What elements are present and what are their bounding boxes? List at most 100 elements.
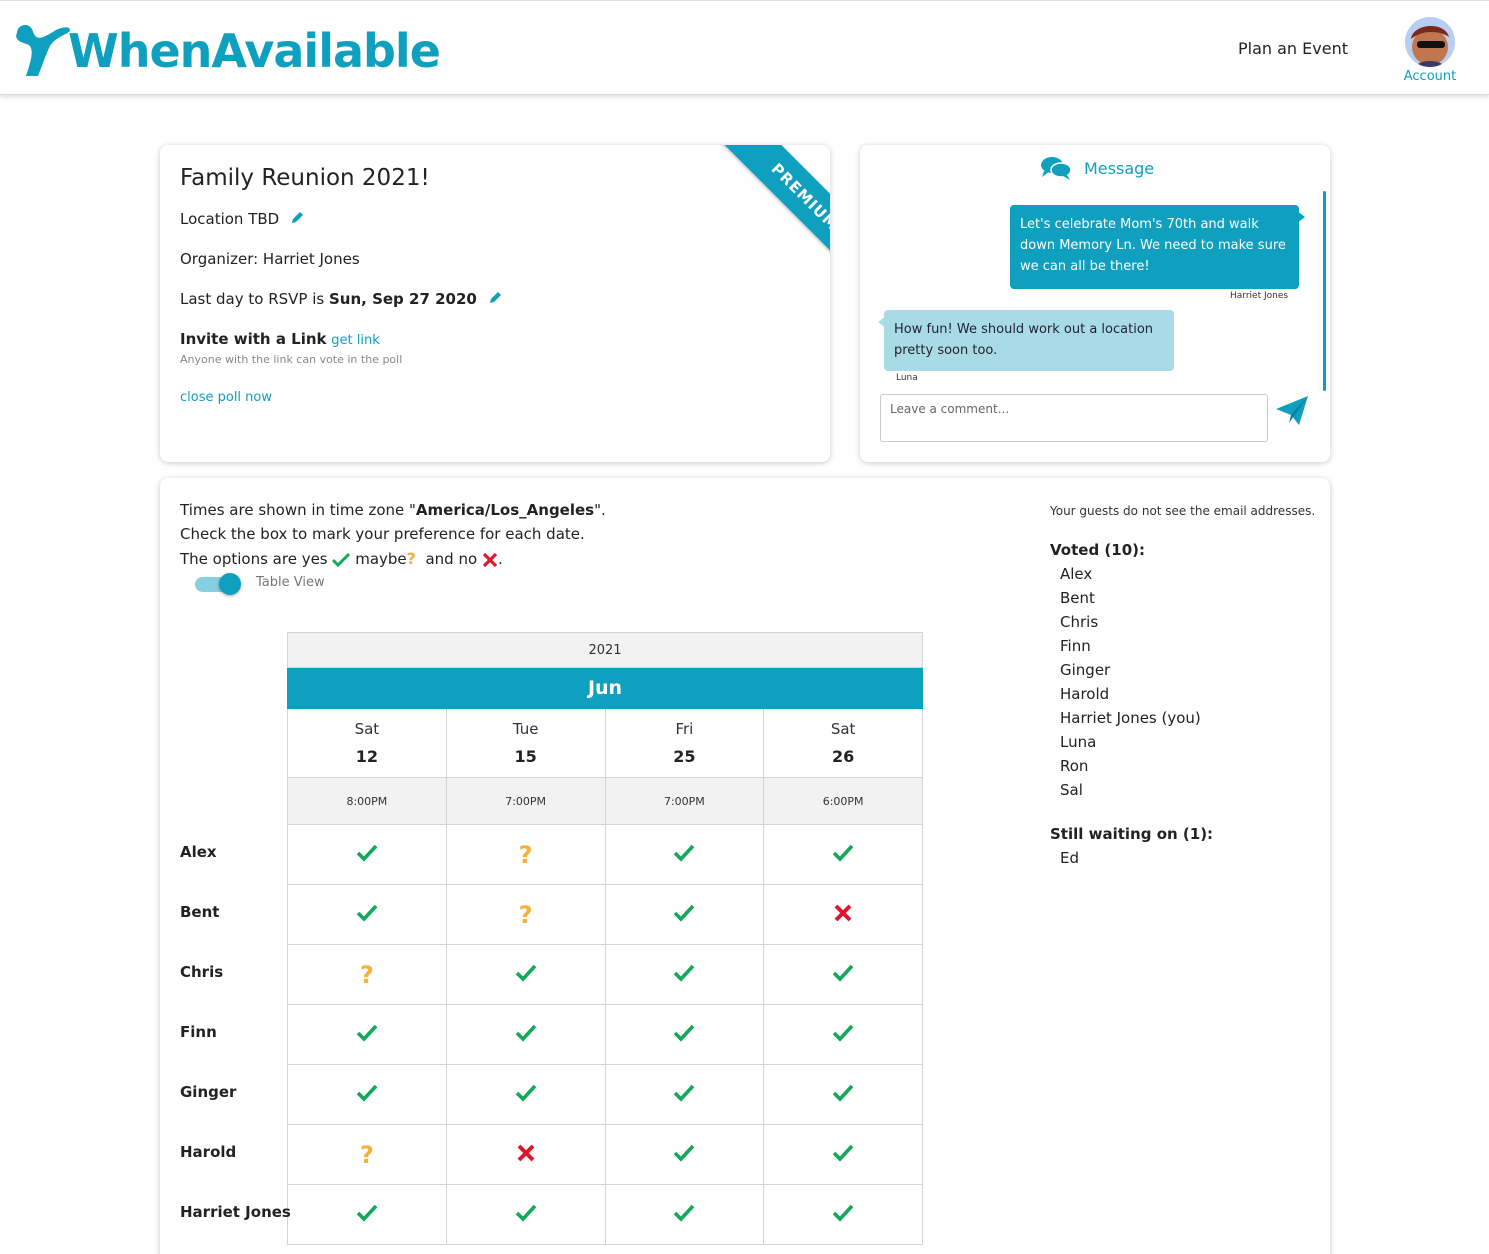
vote-cell[interactable] [763,944,923,1005]
vote-cell[interactable] [763,1064,923,1125]
close-poll-link[interactable]: close poll now [180,390,272,405]
vote-cell[interactable] [287,824,447,885]
tz-suffix: ". [594,501,606,519]
vote-cell[interactable]: ? [287,1124,447,1185]
avatar[interactable] [1405,17,1455,67]
vote-cell[interactable]: ? [445,824,606,885]
vote-cell[interactable] [604,1004,765,1065]
plan-event-link[interactable]: Plan an Event [1238,39,1348,58]
list-item: Ed [1060,849,1079,867]
vote-cell[interactable] [445,1124,606,1185]
location-text: Location TBD [180,210,280,228]
brand-name: WhenAvailable [68,24,441,78]
vote-cell[interactable]: ? [287,944,447,1005]
vote-cell[interactable] [445,944,606,1005]
message-bubble-outgoing: Let's celebrate Mom's 70th and walk down… [1010,205,1305,289]
list-item: Alex [1060,565,1093,583]
comment-input[interactable] [880,394,1268,442]
vote-cell[interactable] [604,1064,765,1125]
message-title: Message [1084,158,1155,178]
time-cell: 8:00PM [287,777,447,825]
vote-cell[interactable] [287,884,447,945]
vote-cell[interactable] [604,884,765,945]
get-link[interactable]: get link [331,333,379,348]
account-label[interactable]: Account [1400,69,1460,84]
table-row: ? [287,884,923,945]
tz-name: America/Los_Angeles [415,501,595,519]
event-rsvp: Last day to RSVP is Sun, Sep 27 2020 [180,290,502,309]
vote-cell[interactable] [445,1004,606,1065]
invite-label: Invite with a Link [180,330,327,348]
date-header-cell: Fri 25 [604,708,765,778]
edit-rsvp-pencil-icon[interactable] [488,291,502,309]
invite-note: Anyone with the link can vote in the pol… [180,353,403,366]
check-icon [673,843,695,867]
check-icon [673,1203,695,1227]
message-scrollbar[interactable] [1323,191,1326,391]
participant-name: Finn [180,1023,217,1041]
check-icon [332,552,351,567]
check-icon [673,903,695,927]
list-item: Chris [1060,613,1099,631]
list-item: Bent [1060,589,1095,607]
day-number: 15 [514,747,537,766]
list-item: Harriet Jones (you) [1060,709,1201,727]
question-icon: ? [406,549,416,568]
brand-logo[interactable]: WhenAvailable [12,15,441,87]
participant-name: Chris [180,963,224,981]
event-organizer: Organizer: Harriet Jones [180,250,360,268]
invite-with-link: Invite with a Link get link [180,330,380,348]
check-icon [832,963,854,987]
table-row [287,1004,923,1065]
time-cell: 7:00PM [604,777,765,825]
vote-cell[interactable] [604,1184,765,1245]
waiting-heading: Still waiting on (1): [1050,825,1214,843]
top-header: WhenAvailable Plan an Event Account [0,0,1489,95]
list-item: Ginger [1060,661,1111,679]
check-icon [515,1023,537,1047]
participant-name: Harold [180,1143,237,1161]
vote-cell[interactable] [763,824,923,885]
year-cell: 2021 [287,632,923,668]
vote-cell[interactable] [287,1004,447,1065]
paper-plane-icon [1276,396,1308,425]
time-cell: 7:00PM [445,777,606,825]
check-icon [356,1083,378,1107]
vote-cell[interactable] [287,1064,447,1125]
send-button[interactable] [1275,395,1309,431]
account-menu[interactable]: Account [1400,17,1460,84]
check-icon [832,1203,854,1227]
vote-cell[interactable] [604,944,765,1005]
voted-heading: Voted (10): [1050,541,1145,559]
edit-location-pencil-icon[interactable] [290,211,304,229]
options-end: . [497,550,503,568]
vote-cell[interactable] [763,1004,923,1065]
vote-cell[interactable] [445,1184,606,1245]
day-name: Tue [512,720,539,738]
participant-name: Alex [180,843,217,861]
message-bubble-incoming: How fun! We should work out a location p… [878,310,1174,371]
table-row [287,1184,923,1245]
vote-cell[interactable] [445,1064,606,1125]
vote-rows: ???? [287,824,923,1245]
list-item: Ron [1060,757,1089,775]
question-icon: ? [518,900,533,929]
event-location: Location TBD [180,210,304,229]
logo-figure-icon [16,25,70,76]
vote-cell[interactable] [604,824,765,885]
vote-cell[interactable] [763,884,923,945]
table-row [287,1064,923,1125]
check-icon [515,963,537,987]
day-number: 12 [355,747,378,766]
vote-cell[interactable] [763,1124,923,1185]
options-prefix: The options are yes [180,550,328,568]
vote-cell[interactable]: ? [445,884,606,945]
check-icon [515,1203,537,1227]
cross-icon [516,1143,536,1167]
vote-cell[interactable] [287,1184,447,1245]
check-icon [832,1083,854,1107]
guests-note: Your guests do not see the email address… [1050,504,1316,518]
vote-cell[interactable] [763,1184,923,1245]
table-view-toggle[interactable] [195,573,243,595]
vote-cell[interactable] [604,1124,765,1185]
